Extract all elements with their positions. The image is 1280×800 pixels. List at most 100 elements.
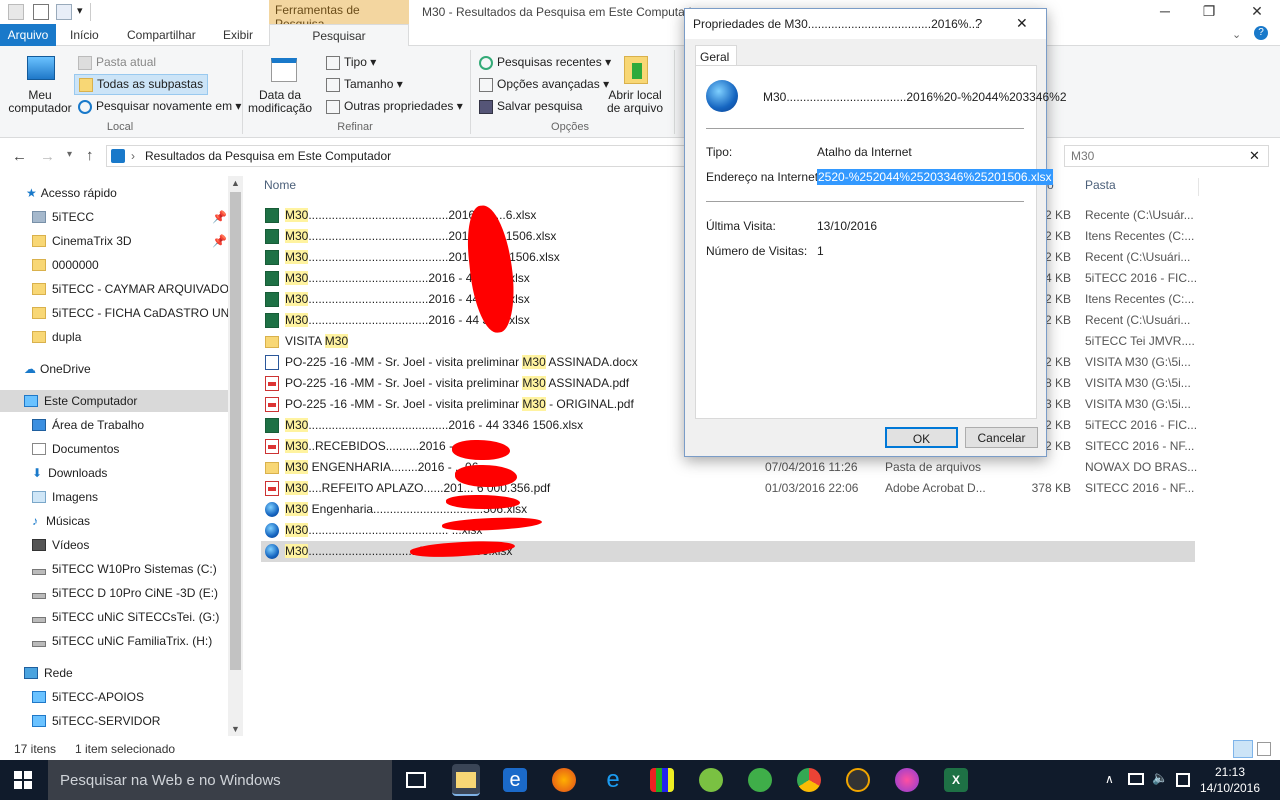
- search-match: M30: [285, 250, 309, 264]
- help-icon[interactable]: ?: [1254, 26, 1268, 40]
- meu-computador-button[interactable]: Meu computador: [8, 89, 72, 115]
- app-icon[interactable]: [8, 4, 24, 20]
- plex-icon[interactable]: [846, 768, 870, 792]
- excel-icon[interactable]: X: [944, 768, 968, 792]
- nav-pinned-dupla[interactable]: dupla: [0, 326, 228, 348]
- tray-chevron-icon[interactable]: ∧: [1105, 772, 1114, 786]
- new-folder-icon[interactable]: [56, 4, 72, 20]
- tab-arquivo[interactable]: Arquivo: [0, 24, 56, 46]
- app-icon[interactable]: [895, 768, 919, 792]
- nav-drive-c[interactable]: 5iTECC W10Pro Sistemas (C:): [0, 558, 228, 580]
- utorrent-icon[interactable]: [748, 768, 772, 792]
- outras-propriedades-button[interactable]: Outras propriedades ▾: [326, 99, 463, 114]
- tab-inicio[interactable]: Início: [70, 24, 99, 46]
- tamanho-button[interactable]: Tamanho ▾: [326, 77, 403, 92]
- pin-icon[interactable]: 📌: [212, 210, 227, 224]
- word-file-icon: [265, 355, 279, 370]
- nav-apoios[interactable]: 5iTECC-APOIOS: [0, 686, 228, 708]
- search-input[interactable]: M30 ✕: [1064, 145, 1269, 167]
- tab-geral[interactable]: Geral: [695, 45, 737, 66]
- pictures-icon: [32, 491, 46, 503]
- minimize-button[interactable]: ─: [1142, 0, 1188, 24]
- breadcrumb-chevron-icon[interactable]: ›: [131, 149, 135, 163]
- forward-button[interactable]: →: [40, 148, 55, 165]
- data-modificacao-button[interactable]: Data da modificação: [247, 89, 313, 115]
- back-button[interactable]: ←: [12, 148, 27, 165]
- nav-documentos[interactable]: Documentos: [0, 438, 228, 460]
- tab-exibir[interactable]: Exibir: [223, 24, 253, 46]
- details-view-icon[interactable]: [1233, 740, 1253, 758]
- network-tray-icon[interactable]: [1128, 773, 1144, 785]
- nav-area-trabalho[interactable]: Área de Trabalho: [0, 414, 228, 436]
- nav-drive-h[interactable]: 5iTECC uNiC FamiliaTrix. (H:): [0, 630, 228, 652]
- clear-search-icon[interactable]: ✕: [1249, 148, 1260, 164]
- scroll-down-icon[interactable]: ▼: [231, 724, 240, 734]
- file-row[interactable]: M30 ENGENHARIA........2016 - ...06 07/04/…: [261, 457, 1197, 478]
- breadcrumb-path[interactable]: Resultados da Pesquisa em Este Computado…: [145, 149, 391, 163]
- internet-shortcut-icon: [706, 80, 738, 112]
- file-row[interactable]: M30 Engenharia..........................…: [261, 499, 1195, 520]
- nav-imagens[interactable]: Imagens: [0, 486, 228, 508]
- tipo-button[interactable]: Tipo ▾: [326, 55, 376, 70]
- close-button[interactable]: ✕: [1234, 0, 1280, 24]
- nav-pinned-ficha[interactable]: 5iTECC - FICHA CaDASTRO UNIC: [0, 302, 228, 324]
- edge-icon[interactable]: e: [503, 768, 527, 792]
- app-icon[interactable]: [699, 768, 723, 792]
- explorer-taskbar-button[interactable]: [452, 764, 480, 796]
- excel-file-icon: [265, 292, 279, 307]
- pin-icon[interactable]: 📌: [212, 234, 227, 248]
- volume-icon[interactable]: 🔈: [1152, 770, 1168, 786]
- task-view-icon[interactable]: [406, 772, 426, 788]
- nav-drive-e[interactable]: 5iTECC D 10Pro CiNE -3D (E:): [0, 582, 228, 604]
- app-icon[interactable]: [650, 768, 674, 792]
- nav-servidor[interactable]: 5iTECC-SERVIDOR: [0, 710, 228, 732]
- taskbar-search[interactable]: Pesquisar na Web e no Windows: [48, 760, 392, 800]
- file-row[interactable]: M30.....................................…: [261, 520, 1195, 541]
- properties-icon[interactable]: [33, 4, 49, 20]
- nav-pinned-cinematrix[interactable]: CinemaTrix 3D 📌: [0, 230, 228, 252]
- pesquisar-novamente-button[interactable]: Pesquisar novamente em ▾: [78, 99, 241, 114]
- clock[interactable]: 21:13 14/10/2016: [1196, 764, 1264, 796]
- ie-icon[interactable]: e: [601, 768, 625, 792]
- salvar-pesquisa-button[interactable]: Salvar pesquisa: [479, 99, 582, 114]
- todas-subpastas-button[interactable]: Todas as subpastas: [74, 74, 209, 95]
- pesquisas-recentes-button[interactable]: Pesquisas recentes ▾: [479, 55, 611, 70]
- ribbon-collapse-icon[interactable]: ⌄: [1232, 28, 1241, 41]
- scroll-up-icon[interactable]: ▲: [231, 178, 240, 188]
- nav-drive-g[interactable]: 5iTECC uNiC SiTECCsTei. (G:): [0, 606, 228, 628]
- dialog-close-button[interactable]: ✕: [1016, 15, 1028, 32]
- abrir-local-button[interactable]: Abrir local de arquivo: [604, 89, 666, 115]
- tab-compartilhar[interactable]: Compartilhar: [127, 24, 196, 46]
- chrome-icon[interactable]: [797, 768, 821, 792]
- file-row[interactable]: M30....REFEITO APLAZO......201... 6 000.…: [261, 478, 1195, 499]
- nav-pinned-0000000[interactable]: 0000000: [0, 254, 228, 276]
- notifications-icon[interactable]: [1176, 773, 1190, 787]
- maximize-button[interactable]: ❐: [1186, 0, 1232, 24]
- file-row[interactable]: M30.................................2016…: [261, 541, 1195, 562]
- pasta-atual-button[interactable]: Pasta atual: [78, 55, 156, 70]
- recent-locations-dropdown[interactable]: ▾: [67, 149, 72, 160]
- tab-pesquisar[interactable]: Pesquisar: [269, 24, 409, 47]
- nav-scrollbar-thumb[interactable]: [230, 192, 241, 670]
- large-icons-view-icon[interactable]: [1257, 742, 1271, 756]
- dialog-help-button[interactable]: ?: [975, 16, 982, 31]
- nav-rede[interactable]: Rede: [0, 662, 228, 684]
- column-header-folder[interactable]: Pasta: [1085, 178, 1116, 192]
- nav-musicas[interactable]: ♪ Músicas: [0, 510, 228, 532]
- nav-videos[interactable]: Vídeos: [0, 534, 228, 556]
- nav-pinned-caymar[interactable]: 5iTECC - CAYMAR ARQUIVADO 2: [0, 278, 228, 300]
- column-header-name[interactable]: Nome: [264, 178, 296, 192]
- endereco-field[interactable]: 2520-%252044%25203346%25201506.xlsx: [817, 169, 1053, 185]
- cancel-button[interactable]: Cancelar: [965, 427, 1038, 448]
- nav-downloads[interactable]: ⬇ Downloads: [0, 462, 228, 484]
- firefox-icon[interactable]: [552, 768, 576, 792]
- opcoes-avancadas-button[interactable]: Opções avançadas ▾: [479, 77, 609, 92]
- up-button[interactable]: ↑: [86, 147, 94, 164]
- nav-pinned-5itecc[interactable]: 5iTECC 📌: [0, 206, 228, 228]
- quick-access-dropdown-icon[interactable]: ▾: [77, 4, 83, 17]
- nav-onedrive[interactable]: ☁ OneDrive: [0, 358, 228, 380]
- nav-este-computador[interactable]: Este Computador: [0, 390, 228, 412]
- ok-button[interactable]: OK: [885, 427, 958, 448]
- nav-acesso-rapido[interactable]: ★ Acesso rápido: [0, 182, 228, 204]
- start-button[interactable]: [14, 771, 32, 789]
